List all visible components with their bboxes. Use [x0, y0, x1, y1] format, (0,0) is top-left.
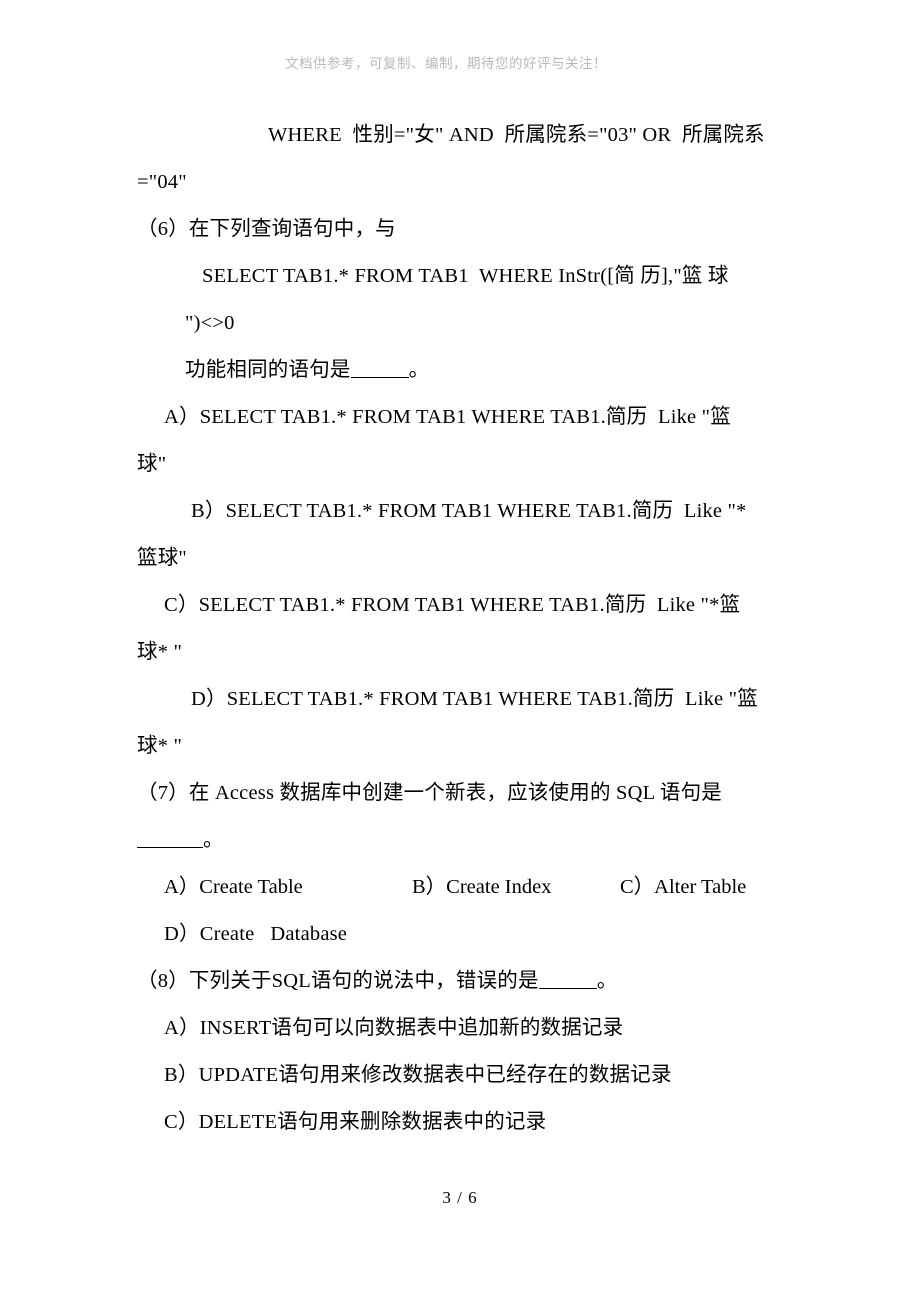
document-body: WHERE 性别="女" AND 所属院系="03" OR 所属院系 ="04"…	[137, 112, 793, 1146]
question-6-option-d-line-2: 球* "	[137, 735, 183, 757]
question-7-stem-line-1: （7）在 Access 数据库中创建一个新表，应该使用的 SQL 语句是	[137, 782, 722, 804]
question-7-answer-blank	[137, 830, 203, 848]
question-7-option-b[interactable]: B）Create Index	[412, 864, 620, 911]
header-watermark-note: 文档供参考，可复制、编制，期待您的好评与关注！	[285, 56, 607, 71]
document-page: 文档供参考，可复制、编制，期待您的好评与关注！ WHERE 性别="女" AND…	[0, 0, 920, 1302]
question-8-stem: （8）下列关于SQL语句的说法中，错误的是 。	[137, 958, 793, 1005]
question-8-stem-text: （8）下列关于SQL语句的说法中，错误的是	[137, 970, 539, 992]
question-8-option-c[interactable]: C）DELETE语句用来删除数据表中的记录	[137, 1099, 793, 1146]
question-7-option-c[interactable]: C）Alter Table	[620, 864, 746, 911]
question-8-option-a[interactable]: A）INSERT语句可以向数据表中追加新的数据记录	[137, 1005, 793, 1052]
question-6-sql-line-2: ")<>0	[185, 312, 235, 334]
question-6-sql-line-1: SELECT TAB1.* FROM TAB1 WHERE InStr([简 历…	[202, 265, 729, 287]
question-6-option-a-line-1[interactable]: A）SELECT TAB1.* FROM TAB1 WHERE TAB1.简历 …	[137, 394, 793, 441]
question-6-stem-tail: 功能相同的语句是 。	[137, 347, 793, 394]
page-number-footer: 3 / 6	[442, 1188, 478, 1207]
question-8-answer-blank	[538, 971, 597, 989]
carry-over-where-line-1: WHERE 性别="女" AND 所属院系="03" OR 所属院系	[268, 124, 765, 146]
question-7-stem-line-2: 。	[137, 817, 793, 864]
question-6-option-d-line-1[interactable]: D）SELECT TAB1.* FROM TAB1 WHERE TAB1.简历 …	[137, 676, 793, 723]
question-7-option-d[interactable]: D）Create Database	[137, 911, 793, 958]
question-8-option-b[interactable]: B）UPDATE语句用来修改数据表中已经存在的数据记录	[137, 1052, 793, 1099]
question-6-stem: （6）在下列查询语句中，与	[137, 218, 396, 240]
question-6-option-a-line-2: 球"	[137, 453, 167, 475]
question-7-option-a[interactable]: A）Create Table	[164, 864, 412, 911]
question-7-stem-period: 。	[203, 829, 224, 851]
question-8-stem-period: 。	[596, 970, 618, 992]
question-6-option-c-line-1[interactable]: C）SELECT TAB1.* FROM TAB1 WHERE TAB1.简历 …	[137, 582, 793, 629]
question-6-option-c-line-2: 球* "	[137, 641, 183, 663]
question-6-stem-tail-text: 功能相同的语句是	[185, 359, 351, 381]
question-6-option-b-line-2: 篮球"	[137, 547, 187, 569]
question-6-answer-blank	[350, 360, 409, 378]
question-7-options-row: A）Create Table B）Create Index C）Alter Ta…	[137, 864, 793, 911]
question-6-stem-tail-period: 。	[408, 359, 430, 381]
carry-over-where-line-2: ="04"	[137, 171, 187, 193]
question-6-option-b-line-1[interactable]: B）SELECT TAB1.* FROM TAB1 WHERE TAB1.简历 …	[137, 488, 793, 535]
